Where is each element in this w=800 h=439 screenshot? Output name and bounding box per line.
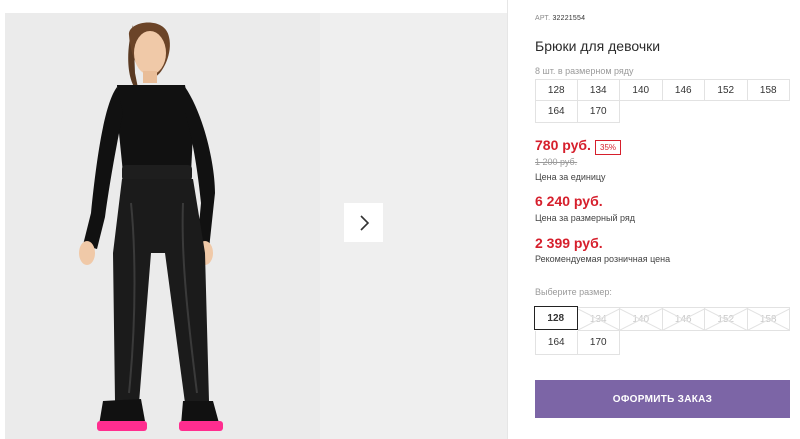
- sku-value: 32221554: [552, 15, 586, 22]
- size-option-158: 158: [747, 307, 790, 331]
- size-option-128[interactable]: 128: [534, 306, 578, 330]
- price-size-row: 6 240 руб.: [535, 193, 603, 209]
- size-row-cell: 128: [535, 79, 578, 101]
- size-option-152: 152: [705, 307, 748, 331]
- price-old: 1 200 руб.: [535, 157, 578, 167]
- price-rrp-label: Рекомендуемая розничная цена: [535, 254, 671, 264]
- price-size-row-label: Цена за размерный ряд: [535, 213, 636, 223]
- choose-size-label: Выберите размер:: [535, 287, 612, 297]
- size-row-grid: 128 134 140 146 152 158 164 170: [535, 79, 790, 123]
- size-row-cell: 158: [747, 79, 790, 101]
- size-row-label: 8 шт. в размерном ряду: [535, 66, 634, 76]
- size-row-cell: 146: [662, 79, 705, 101]
- discount-badge: 35%: [595, 140, 622, 155]
- size-selector: 128 134 140 146 152 158 164 170: [534, 306, 790, 355]
- size-option-170[interactable]: 170: [577, 331, 620, 355]
- size-option-134: 134: [577, 307, 620, 331]
- price-unit-label: Цена за единицу: [535, 172, 606, 182]
- size-row-cell: 134: [577, 79, 620, 101]
- order-button[interactable]: ОФОРМИТЬ ЗАКАЗ: [535, 380, 790, 418]
- size-row-cell: 170: [577, 101, 620, 123]
- column-divider: [507, 0, 508, 439]
- size-row-cell: 164: [535, 101, 578, 123]
- gallery-next-button[interactable]: [344, 203, 383, 242]
- size-option-140: 140: [620, 307, 663, 331]
- product-title: Брюки для девочки: [535, 38, 661, 54]
- sku-label: АРТ.: [535, 15, 551, 22]
- product-photo[interactable]: [5, 13, 320, 439]
- price-rrp: 2 399 руб.: [535, 235, 603, 251]
- product-photo-illustration: [5, 13, 320, 439]
- size-option-164[interactable]: 164: [535, 331, 578, 355]
- size-row-cell: 140: [620, 79, 663, 101]
- chevron-right-icon: [359, 214, 369, 231]
- sku: АРТ. 32221554: [535, 15, 585, 22]
- product-gallery: [0, 0, 508, 439]
- size-row-cell: 152: [705, 79, 748, 101]
- price-current: 780 руб.: [535, 137, 591, 153]
- size-option-146: 146: [662, 307, 705, 331]
